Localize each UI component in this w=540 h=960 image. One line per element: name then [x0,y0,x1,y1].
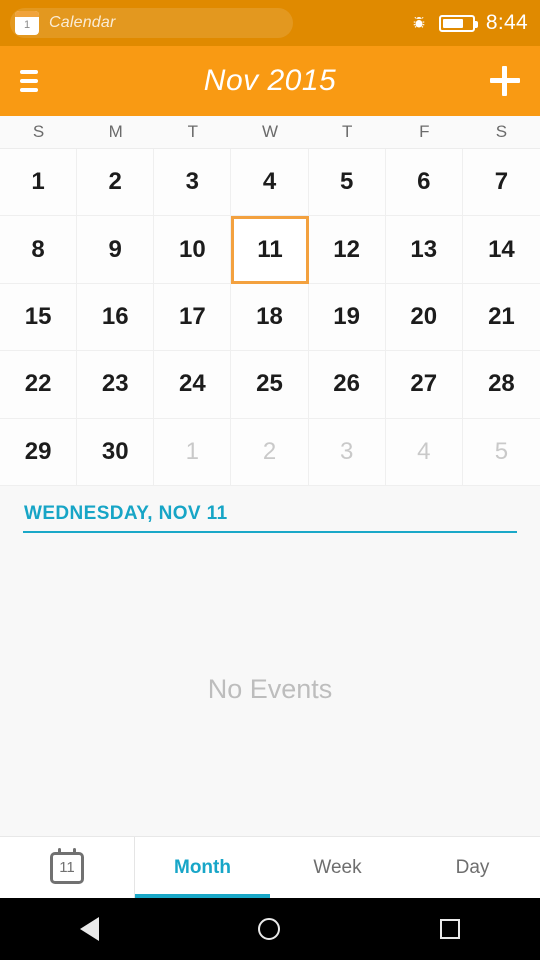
android-nav-bar [0,898,540,960]
calendar-day-cell[interactable]: 23 [77,351,155,419]
page-title: Nov 2015 [203,64,337,97]
calendar-day-cell[interactable]: 2 [77,149,155,217]
weekday-label-5: F [419,122,430,141]
tab-day[interactable]: Day [405,837,540,898]
calendar-day-cell[interactable]: 4 [231,149,309,217]
tab-month[interactable]: Month [135,837,270,898]
tab-week[interactable]: Week [270,837,405,898]
calendar-day-cell[interactable]: 5 [308,149,386,217]
selected-day-underline [23,531,517,533]
calendar-day-cell[interactable]: 15 [0,283,78,352]
weekday-label-2: T [187,122,199,141]
calendar-month-grid[interactable]: 1 2 3 4 5 6 7 8 9 10 11 12 13 14 15 16 17 18 19 20 21 22 23 24 2… [0,149,540,486]
status-bar: 1 Calendar 8:44 [0,0,540,46]
bug-icon [413,16,425,28]
status-bar-indicators: 8:44 [410,11,528,35]
calendar-badge-number: 1 [23,19,31,31]
plus-icon[interactable] [490,66,520,96]
calendar-day-cell[interactable]: 28 [462,351,540,419]
view-tab-bar: 11 Month Week Day [0,836,540,898]
events-list: No Events [0,542,540,836]
calendar-day-cell[interactable]: 4 [385,418,463,486]
calendar-day-cell[interactable]: 12 [308,216,386,284]
calendar-day-cell[interactable]: 25 [231,351,309,419]
weekday-label-1: M [108,122,123,141]
selected-day-label: WEDNESDAY, NOV 11 [24,503,228,524]
calendar-day-cell[interactable]: 24 [154,351,232,419]
calendar-app-screen: 1 Calendar 8:44 Nov 2015 SMTWTFS 1234567… [0,0,540,960]
calendar-day-cell[interactable]: 18 [231,283,309,352]
calendar-day-cell[interactable]: 6 [385,149,463,217]
weekday-label-4: T [341,122,353,141]
calendar-day-cell-selected[interactable]: 11 [231,216,309,284]
calendar-day-cell[interactable]: 13 [385,216,463,284]
calendar-day-cell[interactable]: 3 [308,418,386,486]
calendar-day-cell[interactable]: 1 [0,149,78,217]
calendar-day-cell[interactable]: 5 [462,418,540,486]
calendar-day-cell[interactable]: 1 [154,418,232,486]
recents-square-icon[interactable] [440,919,461,939]
weekday-header-row: SMTWTFS [0,116,540,149]
calendar-day-icon: 11 [50,847,84,884]
weekday-label-6: S [495,122,508,141]
status-bar-app-name: Calendar [49,14,116,31]
calendar-day-cell[interactable]: 26 [308,351,386,419]
calendar-day-cell[interactable]: 2 [231,418,309,486]
selected-day-header: WEDNESDAY, NOV 11 [0,486,540,542]
calendar-day-icon-number: 11 [59,859,75,876]
battery-icon [438,14,478,32]
calendar-day-cell[interactable]: 3 [154,149,232,217]
calendar-badge-icon: 1 [15,11,39,35]
weekday-label-3: W [261,122,279,141]
calendar-day-cell[interactable]: 29 [0,418,78,486]
calendar-day-cell[interactable]: 10 [154,216,232,284]
status-bar-clock: 8:44 [485,11,528,34]
calendar-day-cell[interactable]: 27 [385,351,463,419]
calendar-day-cell[interactable]: 19 [308,283,386,352]
app-bar: Nov 2015 [0,46,540,116]
back-triangle-icon[interactable] [79,917,99,941]
status-bar-app-chip: 1 Calendar [10,8,293,38]
calendar-day-cell[interactable]: 21 [462,283,540,352]
weekday-label-0: S [32,122,45,141]
calendar-day-cell[interactable]: 9 [77,216,155,284]
calendar-day-cell[interactable]: 16 [77,283,155,352]
hamburger-menu-icon[interactable] [20,69,44,93]
calendar-day-cell[interactable]: 22 [0,351,78,419]
calendar-day-cell[interactable]: 8 [0,216,78,284]
calendar-day-cell[interactable]: 30 [77,418,155,486]
calendar-day-cell[interactable]: 20 [385,283,463,352]
calendar-day-cell[interactable]: 14 [462,216,540,284]
calendar-day-cell[interactable]: 17 [154,283,232,352]
today-button[interactable]: 11 [0,837,135,898]
home-circle-icon[interactable] [258,918,281,940]
calendar-day-cell[interactable]: 7 [462,149,540,217]
no-events-message: No Events [207,673,333,704]
